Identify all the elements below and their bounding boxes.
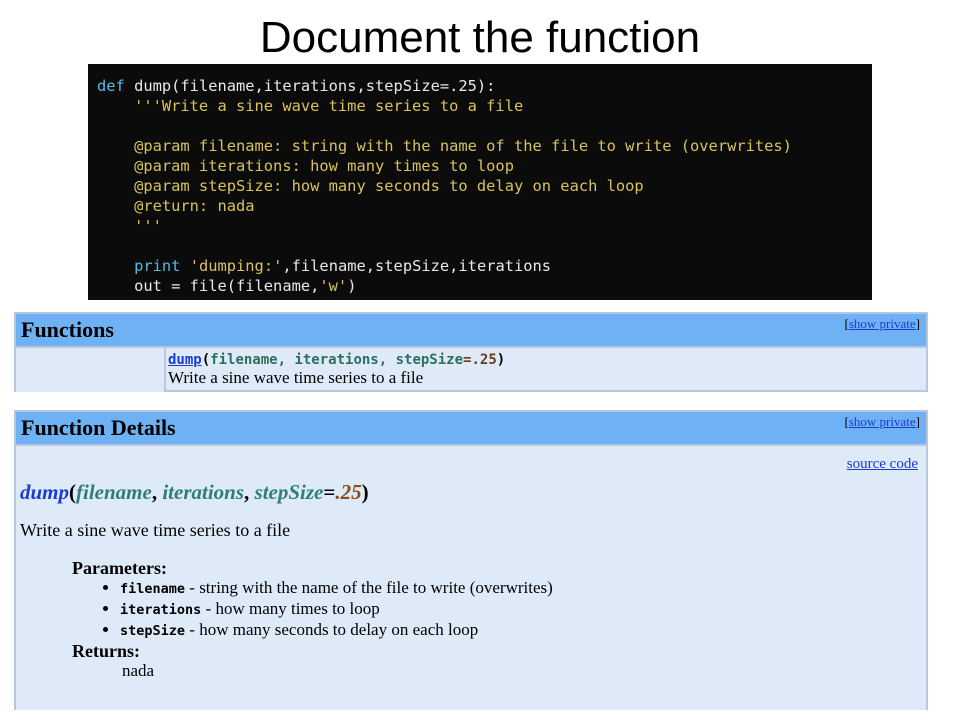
dump-function-link[interactable]: dump	[168, 352, 202, 368]
code-line: @return: nada	[97, 196, 792, 216]
detail-close-paren: )	[361, 480, 369, 504]
returns-value: nada	[122, 661, 155, 680]
code-token: 'w'	[319, 277, 348, 295]
code-line: @param filename: string with the name of…	[97, 136, 792, 156]
parameter-name: filename	[120, 581, 186, 597]
code-line: def dump(filename,iterations,stepSize=.2…	[97, 76, 792, 96]
show-private-link[interactable]: show private	[849, 316, 916, 331]
functions-header: Functions [show private]	[16, 314, 926, 348]
code-token: out = file(filename,	[97, 277, 320, 295]
summary-type-cell	[16, 348, 166, 392]
source-code-link[interactable]: source code	[847, 456, 918, 473]
code-editor-panel: def dump(filename,iterations,stepSize=.2…	[88, 64, 872, 300]
functions-title: Functions	[21, 317, 114, 342]
parameter-description: - how many times to loop	[201, 599, 380, 618]
code-token: @return: nada	[97, 197, 255, 215]
code-token: def	[97, 77, 135, 95]
detail-function-name: dump	[20, 480, 70, 504]
show-private-link-details[interactable]: show private	[849, 414, 916, 429]
code-token: ,filename,stepSize,iterations	[282, 257, 552, 275]
detail-sep: ,	[244, 480, 255, 504]
code-token: dump(filename,iterations,stepSize=.25):	[134, 77, 496, 95]
code-line: @param stepSize: how many seconds to del…	[97, 176, 792, 196]
code-token: @param filename: string with the name of…	[97, 137, 792, 155]
details-title: Function Details	[21, 415, 176, 440]
signature-open-paren: (	[201, 352, 211, 368]
parameter-name: iterations	[120, 602, 202, 618]
parameter-name: stepSize	[120, 623, 186, 639]
parameter-item: stepSize - how many seconds to delay on …	[120, 620, 553, 641]
parameters-heading: Parameters:	[72, 558, 167, 578]
parameter-item: iterations - how many times to loop	[120, 599, 553, 620]
details-body: source code dump(filename, iterations, s…	[16, 446, 926, 710]
signature-default: =.25	[463, 352, 497, 368]
details-header: Function Details [show private]	[16, 412, 926, 446]
code-token: '''	[97, 217, 162, 235]
detail-default-value: .25	[335, 480, 362, 504]
parameter-description: - how many seconds to delay on each loop	[185, 620, 479, 639]
summary-signature: dump(filename, iterations, stepSize=.25)	[168, 352, 505, 368]
bracket-close: ]	[915, 414, 920, 429]
detail-arg-filename: filename	[76, 480, 152, 504]
code-line: @param iterations: how many times to loo…	[97, 156, 792, 176]
code-token: print	[134, 257, 190, 275]
code-line: '''	[97, 216, 792, 236]
detail-arg-stepsize: stepSize	[254, 480, 324, 504]
code-token: '''Write a sine wave time series to a fi…	[97, 97, 524, 115]
parameter-description: - string with the name of the file to wr…	[185, 578, 553, 597]
bracket-close: ]	[915, 316, 920, 331]
detail-arg-iterations: iterations	[162, 480, 245, 504]
functions-summary-table: Functions [show private] dump(filename, …	[14, 312, 928, 392]
code-token: @param iterations: how many times to loo…	[97, 157, 514, 175]
detail-open-paren: (	[69, 480, 77, 504]
parameters-list: filename - string with the name of the f…	[72, 578, 553, 641]
show-private-control: [show private]	[845, 316, 920, 332]
returns-heading: Returns:	[72, 641, 140, 661]
code-line: print 'dumping:',filename,stepSize,itera…	[97, 256, 792, 276]
summary-description: Write a sine wave time series to a file	[168, 368, 424, 387]
code-line: out = file(filename,'w')	[97, 276, 792, 296]
code-lines: def dump(filename,iterations,stepSize=.2…	[97, 76, 792, 296]
function-summary-row: dump(filename, iterations, stepSize=.25)…	[16, 348, 926, 392]
detail-equals: =	[323, 480, 336, 504]
code-token: )	[347, 277, 357, 295]
parameter-item: filename - string with the name of the f…	[120, 578, 553, 599]
code-token: 'dumping:'	[189, 257, 283, 275]
detail-description: Write a sine wave time series to a file	[20, 520, 291, 540]
signature-args: filename, iterations, stepSize	[210, 352, 464, 368]
signature-close-paren: )	[496, 352, 506, 368]
code-line: '''Write a sine wave time series to a fi…	[97, 96, 792, 116]
function-details-table: Function Details [show private] source c…	[14, 410, 928, 710]
parameters-block: Parameters: filename - string with the n…	[72, 558, 553, 681]
detail-signature: dump(filename, iterations, stepSize=.25)	[20, 480, 369, 505]
summary-content-cell: dump(filename, iterations, stepSize=.25)…	[168, 352, 505, 387]
slide-title: Document the function	[259, 13, 701, 62]
show-private-control-details: [show private]	[845, 414, 920, 430]
detail-sep: ,	[151, 480, 163, 504]
code-token: @param stepSize: how many seconds to del…	[97, 177, 644, 195]
